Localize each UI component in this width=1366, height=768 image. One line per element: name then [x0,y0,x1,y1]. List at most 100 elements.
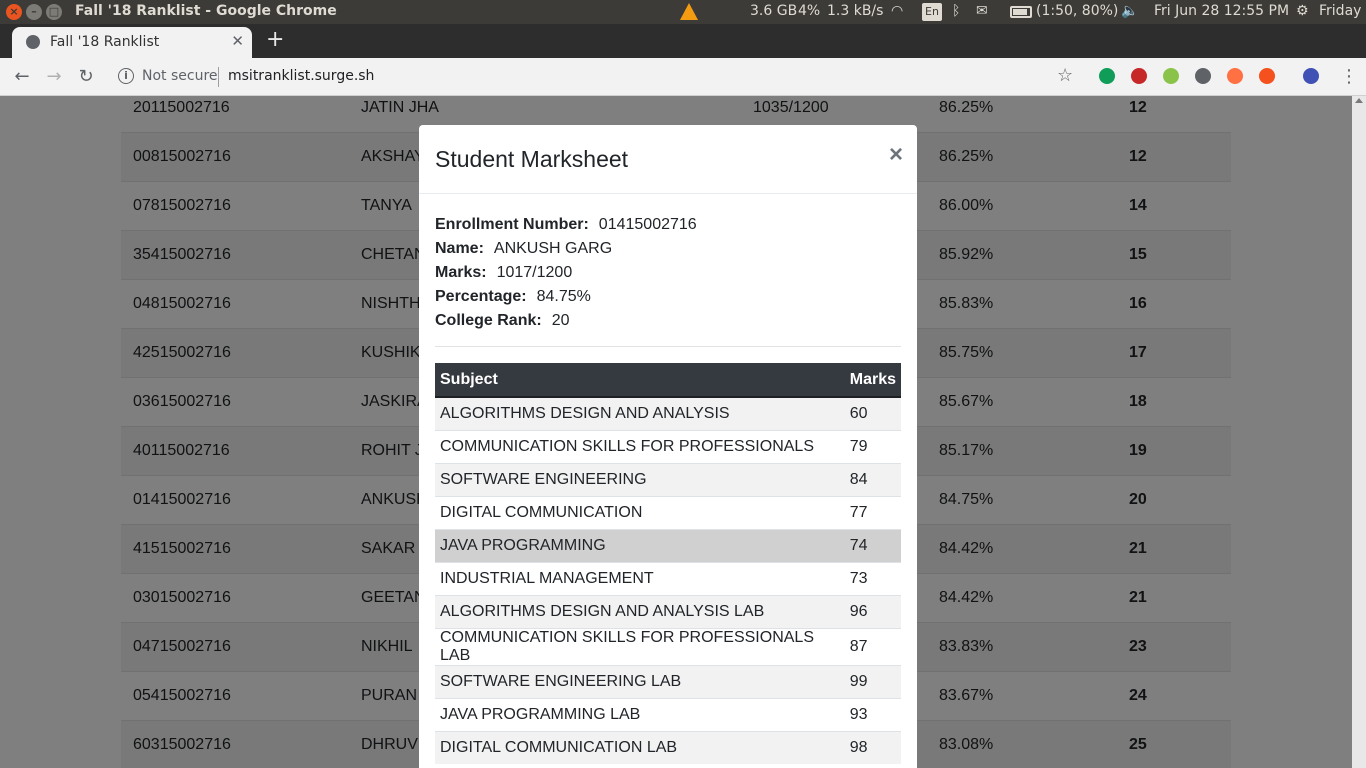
subject-row[interactable]: JAVA PROGRAMMING LAB 93 [435,697,901,731]
subject-row[interactable]: JAVA PROGRAMMING 74 [435,528,901,562]
extension-icon[interactable] [1131,68,1147,84]
info-field-label: Name: [435,240,484,257]
window-close-button[interactable]: × [6,4,22,20]
info-field: College Rank: 20 [435,309,697,333]
bookmark-star-icon[interactable]: ☆ [1057,65,1073,86]
info-field-value: 01415002716 [598,216,697,233]
settings-gear-icon[interactable]: ⚙ [1296,3,1309,19]
back-arrow-icon[interactable]: ← [10,65,34,89]
clock[interactable]: Fri Jun 28 12:55 PM [1154,3,1289,19]
marks-column-header: Marks [844,363,901,398]
browser-tab-strip: Fall '18 Ranklist ✕ + [0,24,1366,58]
subject-name-cell: DIGITAL COMMUNICATION [435,495,845,529]
subject-marks-cell: 99 [844,664,901,698]
subject-name-cell: COMMUNICATION SKILLS FOR PROFESSIONALS [435,429,845,463]
volume-muted-icon[interactable]: 🔈 [1121,3,1138,19]
mail-icon[interactable]: ✉ [976,3,988,19]
new-tab-button[interactable]: + [266,28,284,52]
subject-name-cell: SOFTWARE ENGINEERING [435,462,845,496]
subject-row[interactable]: SOFTWARE ENGINEERING 84 [435,462,901,496]
subject-marks-cell: 98 [844,730,901,764]
extension-icon[interactable] [1163,68,1179,84]
extension-icon[interactable] [1259,68,1275,84]
subject-marks-cell: 96 [844,594,901,628]
subject-marks-cell: 60 [844,396,901,430]
modal-close-button[interactable]: × [889,141,903,169]
subject-name-cell: COMMUNICATION SKILLS FOR PROFESSIONALS L… [435,627,845,665]
subject-name-cell: JAVA PROGRAMMING LAB [435,697,845,731]
student-info: Enrollment Number: 01415002716 Name: ANKUSH… [435,213,697,333]
close-icon: × [9,5,19,18]
chrome-menu-icon[interactable]: ⋮ [1340,66,1358,87]
subject-name-cell: ALGORITHMS DESIGN AND ANALYSIS LAB [435,594,845,628]
info-field-value: ANKUSH GARG [493,240,613,257]
info-field-value: 20 [551,312,570,329]
info-field-label: College Rank: [435,312,542,329]
subject-row[interactable]: COMMUNICATION SKILLS FOR PROFESSIONALS L… [435,627,901,665]
subject-name-cell: INDUSTRIAL MANAGEMENT [435,561,845,595]
subject-row[interactable]: DIGITAL COMMUNICATION 77 [435,495,901,529]
subject-row[interactable]: ALGORITHMS DESIGN AND ANALYSIS 60 [435,396,901,430]
extension-icon[interactable] [1227,68,1243,84]
subject-row[interactable]: ALGORITHMS DESIGN AND ANALYSIS LAB 96 [435,594,901,628]
info-field-value: 84.75% [536,288,591,305]
security-label[interactable]: Not secure [142,68,218,84]
modal-title: Student Marksheet [435,146,629,172]
forward-arrow-icon[interactable]: → [42,65,66,89]
info-icon[interactable]: i [118,68,134,84]
marks-table-header: Subject Marks [435,363,901,398]
memory-indicator[interactable]: 3.6 GB [750,3,797,19]
info-field-value: 1017/1200 [496,264,573,281]
globe-icon [26,35,40,49]
subject-marks-cell: 74 [844,528,901,562]
subject-name-cell: JAVA PROGRAMMING [435,528,845,562]
os-top-panel: × – □ Fall '18 Ranklist - Google Chrome … [0,0,1366,24]
subject-marks-cell: 73 [844,561,901,595]
extension-icon[interactable] [1195,68,1211,84]
cpu-indicator[interactable]: 4% [798,3,820,19]
extension-icon[interactable] [1099,68,1115,84]
scroll-up-arrow-icon[interactable] [1355,98,1363,103]
info-field: Percentage: 84.75% [435,285,697,309]
info-field-label: Percentage: [435,288,527,305]
subject-row[interactable]: COMMUNICATION SKILLS FOR PROFESSIONALS 79 [435,429,901,463]
subject-name-cell: SOFTWARE ENGINEERING LAB [435,664,845,698]
subject-marks-cell: 84 [844,462,901,496]
info-field-label: Marks: [435,264,487,281]
subject-column-header: Subject [435,363,845,398]
wifi-icon[interactable]: ◠ [891,3,903,19]
info-field: Marks: 1017/1200 [435,261,697,285]
battery-status[interactable]: (1:50, 80%) [1036,3,1118,19]
info-field-label: Enrollment Number: [435,216,589,233]
info-divider [435,346,901,347]
subject-marks-cell: 77 [844,495,901,529]
browser-tab[interactable]: Fall '18 Ranklist ✕ [12,27,252,58]
subject-row[interactable]: DIGITAL COMMUNICATION LAB 98 [435,730,901,764]
window-minimize-button[interactable]: – [26,4,42,20]
tab-title: Fall '18 Ranklist [50,34,160,50]
info-field: Name: ANKUSH GARG [435,237,697,261]
page-scrollbar[interactable] [1352,96,1366,768]
vlc-icon[interactable] [680,3,698,20]
omnibox-divider [218,67,219,87]
subject-marks-cell: 93 [844,697,901,731]
subject-marks-cell: 87 [844,627,901,665]
extension-icon[interactable] [1303,68,1319,84]
bluetooth-icon[interactable]: ᛒ [952,3,960,19]
maximize-icon: □ [48,5,60,18]
minimize-icon: – [31,5,37,18]
keyboard-layout-indicator[interactable]: En [922,3,942,21]
battery-icon[interactable] [1010,6,1032,18]
info-field: Enrollment Number: 01415002716 [435,213,697,237]
subject-row[interactable]: INDUSTRIAL MANAGEMENT 73 [435,561,901,595]
subject-marks-table: Subject Marks ALGORITHMS DESIGN AND ANAL… [435,363,901,764]
tab-close-icon[interactable]: ✕ [231,32,244,50]
reload-icon[interactable]: ↻ [74,65,98,89]
network-speed-indicator[interactable]: 1.3 kB/s [827,3,883,19]
subject-row[interactable]: SOFTWARE ENGINEERING LAB 99 [435,664,901,698]
window-maximize-button[interactable]: □ [46,4,62,20]
user-name[interactable]: Friday [1319,3,1361,19]
address-bar-url[interactable]: msitranklist.surge.sh [228,68,374,84]
student-marksheet-modal: Student Marksheet × Enrollment Number: 01… [419,125,917,768]
browser-toolbar: ← → ↻ i Not secure msitranklist.surge.sh… [0,58,1366,96]
